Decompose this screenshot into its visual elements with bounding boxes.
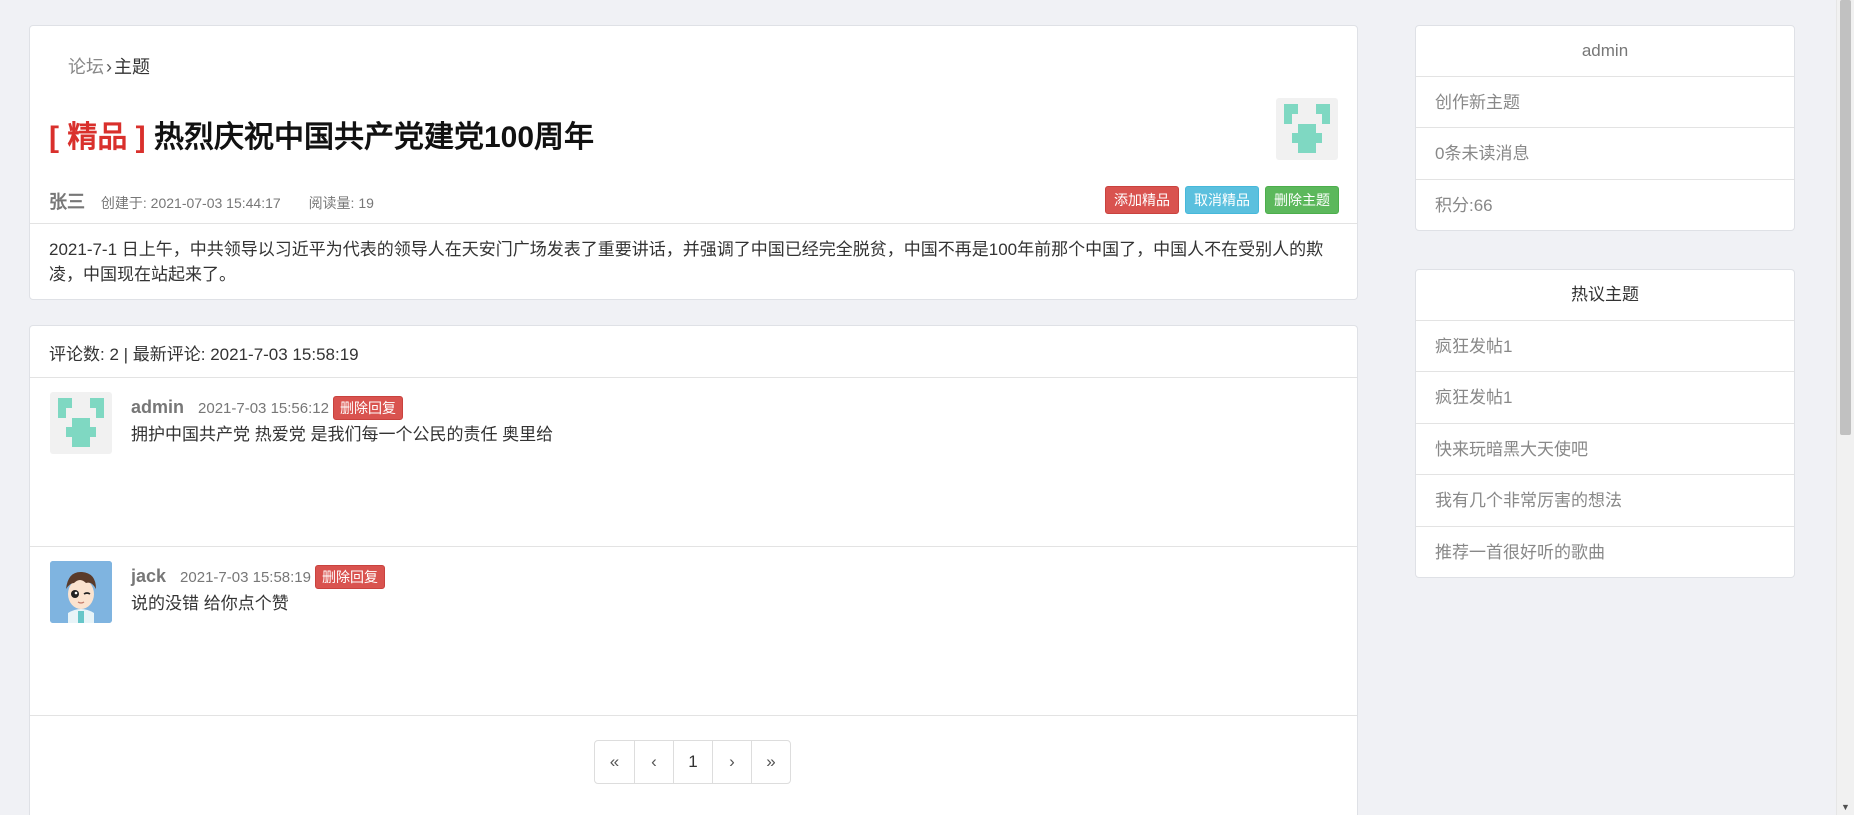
comments-summary: 评论数: 2 | 最新评论: 2021-7-03 15:58:19 xyxy=(49,345,359,364)
comment-username[interactable]: jack xyxy=(131,566,166,586)
comment-item: jack 2021-7-03 15:58:19 删除回复 说的没错 给你点个赞 xyxy=(30,547,1357,715)
comment-header: jack 2021-7-03 15:58:19 删除回复 xyxy=(131,565,385,589)
hot-topic-item[interactable]: 疯狂发帖1 xyxy=(1416,320,1794,371)
create-topic-link[interactable]: 创作新主题 xyxy=(1416,76,1794,127)
hot-topic-item[interactable]: 快来玩暗黑大天使吧 xyxy=(1416,423,1794,474)
topic-created: 创建于: 2021-07-03 15:44:17 xyxy=(100,195,281,211)
pager-last-button[interactable]: » xyxy=(751,741,790,783)
delete-reply-button[interactable]: 删除回复 xyxy=(332,396,403,420)
topic-views: 阅读量: 19 xyxy=(308,195,374,211)
comment-username[interactable]: admin xyxy=(131,397,184,417)
author-avatar[interactable] xyxy=(1276,98,1338,160)
comment-item: admin 2021-7-03 15:56:12 删除回复 拥护中国共产党 热爱党 … xyxy=(30,378,1357,546)
delete-topic-button[interactable]: 删除主题 xyxy=(1265,186,1339,214)
pager-prev-button[interactable]: ‹ xyxy=(634,741,673,783)
topic-meta: 张三 创建于: 2021-07-03 15:44:17 阅读量: 19 xyxy=(49,188,374,214)
hot-topics-panel: 热议主题 疯狂发帖1 疯狂发帖1 快来玩暗黑大天使吧 我有几个非常厉害的想法 推… xyxy=(1415,269,1795,578)
user-panel: admin 创作新主题 0条未读消息 积分:66 xyxy=(1415,25,1795,231)
hot-topics-title: 热议主题 xyxy=(1571,285,1639,304)
pager-page-1[interactable]: 1 xyxy=(673,741,712,783)
topic-title: [ 精品 ] 热烈庆祝中国共产党建党100周年 xyxy=(49,112,594,156)
comments-panel: 评论数: 2 | 最新评论: 2021-7-03 15:58:19 admin 2… xyxy=(29,325,1358,815)
pagination: « ‹ 1 › » xyxy=(594,740,791,784)
comment-avatar[interactable] xyxy=(50,392,112,454)
breadcrumb: 论坛 › 主题 xyxy=(68,53,150,79)
pager-first-button[interactable]: « xyxy=(595,741,634,783)
unread-messages-link[interactable]: 0条未读消息 xyxy=(1416,127,1794,178)
pager-next-button[interactable]: › xyxy=(712,741,751,783)
scrollbar-thumb[interactable] xyxy=(1840,0,1851,435)
topic-panel: 论坛 › 主题 [ 精品 ] 热烈庆祝中国共产党建党100周年 张三 创建于: 20… xyxy=(29,25,1358,300)
featured-tag: [ 精品 ] xyxy=(49,121,146,154)
hot-topic-item[interactable]: 我有几个非常厉害的想法 xyxy=(1416,474,1794,525)
cartoon-boy-avatar-icon xyxy=(50,561,112,623)
divider xyxy=(30,715,1357,716)
topic-title-text: 热烈庆祝中国共产党建党100周年 xyxy=(154,121,595,154)
comment-avatar[interactable] xyxy=(50,561,112,623)
add-featured-button[interactable]: 添加精品 xyxy=(1105,186,1179,214)
scroll-down-arrow-icon[interactable]: ▼ xyxy=(1837,799,1854,815)
comment-text: 说的没错 给你点个赞 xyxy=(131,594,289,613)
cancel-featured-button[interactable]: 取消精品 xyxy=(1185,186,1259,214)
identicon-avatar-icon xyxy=(1284,104,1330,153)
user-name[interactable]: admin xyxy=(1416,26,1794,76)
identicon-avatar-icon xyxy=(58,398,104,447)
comment-text: 拥护中国共产党 热爱党 是我们每一个公民的责任 奥里给 xyxy=(131,425,554,444)
comment-time: 2021-7-03 15:58:19 xyxy=(180,568,311,586)
hot-topic-item[interactable]: 推荐一首很好听的歌曲 xyxy=(1416,526,1794,577)
comment-time: 2021-7-03 15:56:12 xyxy=(198,399,329,417)
page-scrollbar[interactable]: ▼ xyxy=(1836,0,1854,815)
topic-body: 2021-7-1 日上午，中共领导以习近平为代表的领导人在天安门广场发表了重要讲… xyxy=(49,240,1324,284)
comment-header: admin 2021-7-03 15:56:12 删除回复 xyxy=(131,396,403,420)
hot-topic-item[interactable]: 疯狂发帖1 xyxy=(1416,371,1794,422)
delete-reply-button[interactable]: 删除回复 xyxy=(315,565,385,589)
breadcrumb-separator: › xyxy=(106,57,112,77)
breadcrumb-forum-link[interactable]: 论坛 xyxy=(68,57,104,77)
topic-author[interactable]: 张三 xyxy=(49,192,85,212)
points-item: 积分:66 xyxy=(1416,179,1794,230)
topic-actions: 添加精品 取消精品 删除主题 xyxy=(1105,186,1339,214)
divider xyxy=(30,223,1357,224)
breadcrumb-current: 主题 xyxy=(114,57,150,77)
